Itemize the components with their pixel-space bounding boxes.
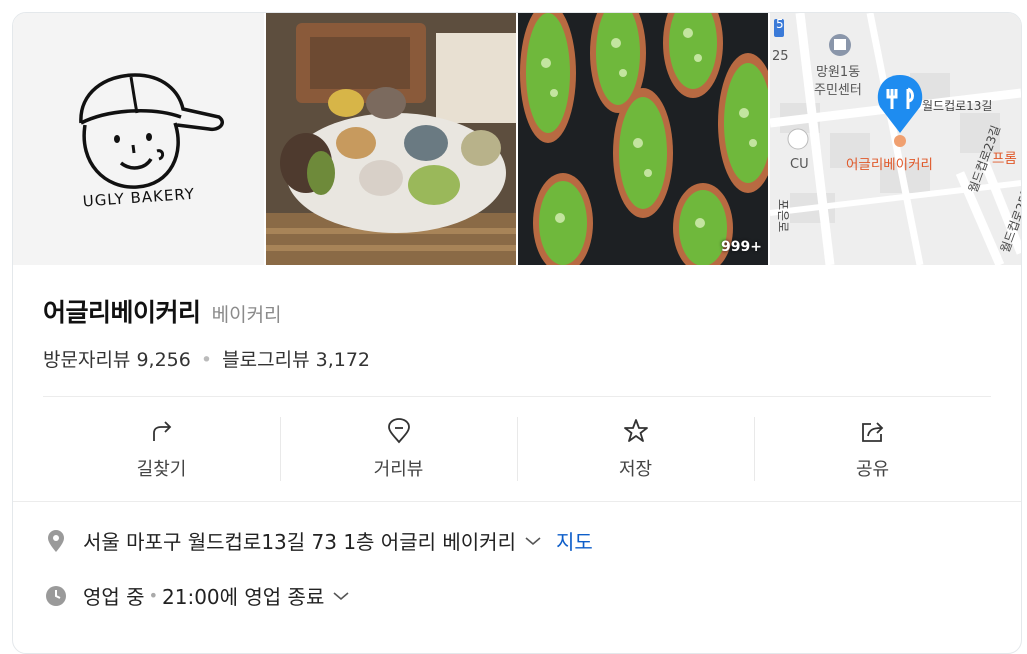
blog-reviews-label: 블로그리뷰 [222,349,310,371]
star-icon [623,419,648,442]
visitor-reviews-link[interactable]: 방문자리뷰 9,256 [43,349,197,371]
review-summary: 방문자리뷰 9,256 • 블로그리뷰 3,172 [43,345,370,372]
share-label: 공유 [855,459,890,480]
chevron-down-icon[interactable] [332,590,350,602]
title-row: 어글리베이커리 베이커리 [43,293,282,329]
bread-photo-image [266,13,516,265]
chevron-down-icon[interactable] [524,535,542,547]
photo-strip: UGLY BAKERY 999+ 5 25 망원1동 주민센터 월드컵로13길 … [13,13,1021,265]
address-row: 서울 마포구 월드컵로13길 73 1층 어글리 베이커리 지도 [43,526,593,555]
directions-button[interactable]: 길찾기 [43,397,280,501]
address-text[interactable]: 서울 마포구 월드컵로13길 73 1층 어글리 베이커리 [83,526,516,555]
map-thumbnail[interactable]: 5 25 망원1동 주민센터 월드컵로13길 CU 어글리베이커리 프롬 포은로… [770,13,1021,265]
separator-dot: • [200,349,213,371]
map-label-place: 어글리베이커리 [846,157,933,173]
blog-reviews-count: 3,172 [315,349,371,371]
clock-icon [46,585,66,606]
map-label-dong-1: 망원1동 [816,65,861,80]
separator-dot: • [148,586,158,605]
street-view-label: 거리뷰 [373,459,424,480]
photo-bread[interactable] [266,13,516,265]
photo-green-onion-bread[interactable]: 999+ [518,13,768,265]
ugly-bakery-logo: UGLY BAKERY [79,73,224,211]
svg-text:UGLY BAKERY: UGLY BAKERY [82,185,195,211]
open-status: 영업 중 [83,585,145,609]
map-route-tag: 5 [776,17,784,31]
location-pin-icon [48,529,64,552]
map-label-dong-2: 주민센터 [814,83,862,98]
save-button[interactable]: 저장 [517,397,754,501]
map-route-number: 25 [772,49,789,64]
blog-reviews-link[interactable]: 블로그리뷰 3,172 [222,349,370,371]
action-bar: 길찾기 거리뷰 저장 공유 [43,397,991,501]
map-link[interactable]: 지도 [556,526,593,555]
photo-logo[interactable]: UGLY BAKERY [13,13,264,265]
share-icon [861,422,883,442]
place-card: UGLY BAKERY 999+ 5 25 망원1동 주민센터 월드컵로13길 … [12,12,1022,654]
share-button[interactable]: 공유 [754,397,991,501]
visitor-reviews-label: 방문자리뷰 [43,349,131,371]
divider [13,501,1021,502]
place-category: 베이커리 [211,304,282,326]
map-label-store: CU [790,157,809,172]
directions-icon [152,421,171,441]
map-label-road-left: 포은로 [776,199,790,233]
map-label-street: 월드컵로13길 [922,99,993,113]
closing-time[interactable]: 21:00에 영업 종료 [162,581,324,610]
green-onion-bread-image [518,13,768,265]
hours-row: 영업 중 • 21:00에 영업 종료 [43,581,350,610]
more-photos-count[interactable]: 999+ [721,239,762,255]
visitor-reviews-count: 9,256 [136,349,191,371]
street-view-button[interactable]: 거리뷰 [280,397,517,501]
location-pin-icon [387,418,410,444]
directions-label: 길찾기 [136,459,187,480]
save-label: 저장 [618,459,653,480]
place-name[interactable]: 어글리베이커리 [43,298,201,327]
